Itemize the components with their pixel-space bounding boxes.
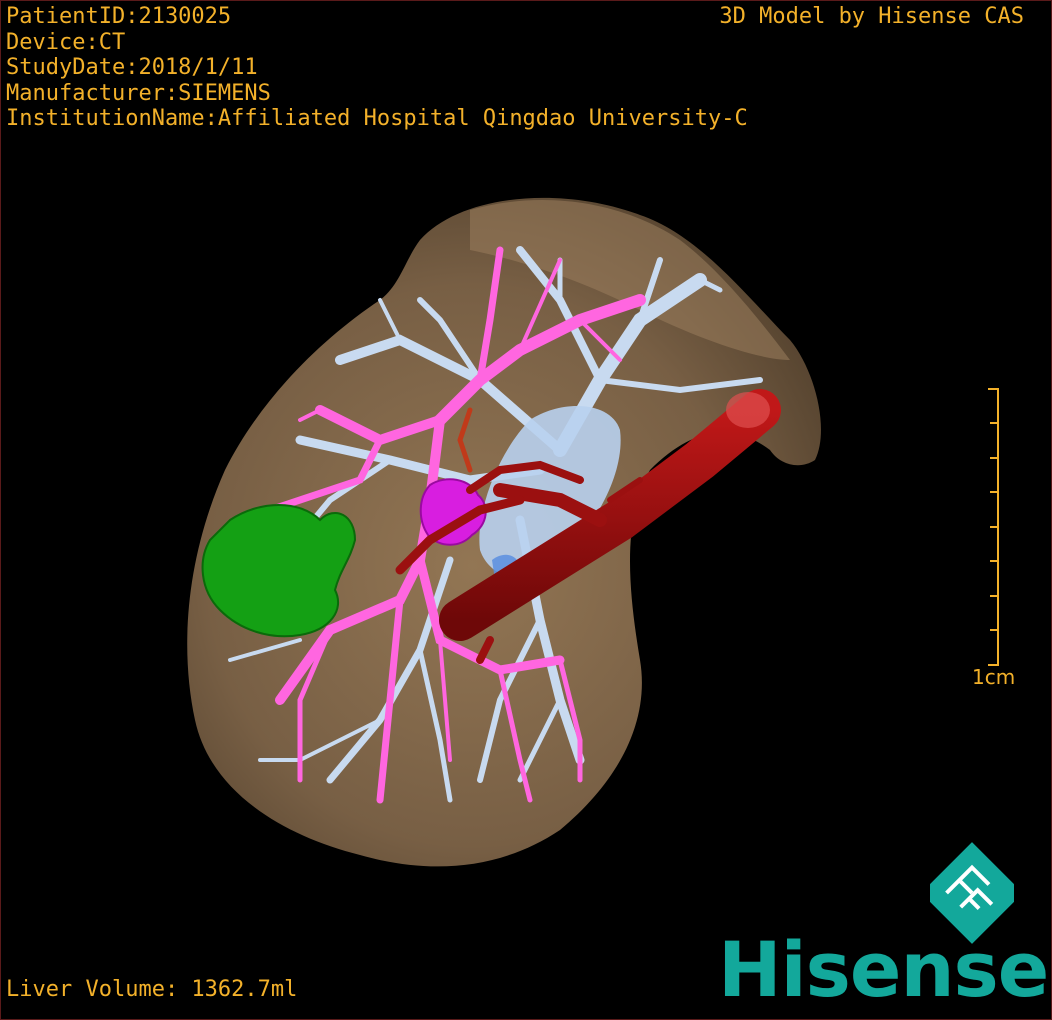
- study-date: StudyDate:2018/1/11: [6, 55, 258, 80]
- scale-bar-label: 1cm: [972, 665, 1016, 689]
- model-credit: 3D Model by Hisense CAS: [719, 4, 1024, 29]
- hisense-logo: Hisense: [718, 925, 1049, 1014]
- institution-name: InstitutionName:Affiliated Hospital Qing…: [6, 106, 748, 131]
- scale-bar: [988, 388, 999, 666]
- 3d-model-viewport[interactable]: [0, 0, 1052, 1020]
- patient-id: PatientID:2130025: [6, 4, 232, 29]
- patient-info-overlay: PatientID:2130025 Device:CT StudyDate:20…: [6, 4, 748, 132]
- liver-volume: Liver Volume: 1362.7ml: [6, 977, 298, 1002]
- manufacturer: Manufacturer:SIEMENS: [6, 80, 271, 106]
- vessel-cut-end: [726, 392, 770, 428]
- device: Device:CT: [6, 29, 126, 55]
